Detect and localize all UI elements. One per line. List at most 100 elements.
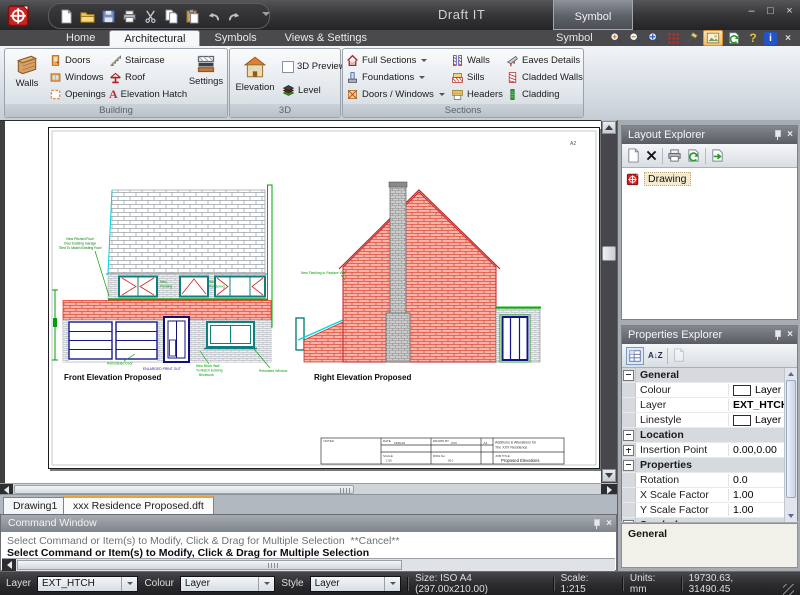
category-row[interactable]: Location <box>622 428 797 443</box>
svg-text:Additions & Alterations for: Additions & Alterations for <box>495 441 537 445</box>
pin-icon[interactable] <box>773 130 782 141</box>
walls-section-button[interactable]: Walls <box>451 53 490 68</box>
settings-button[interactable]: Settings <box>187 51 225 103</box>
roof-button[interactable]: Roof <box>109 70 145 85</box>
resize-grip[interactable] <box>783 584 794 595</box>
paste-icon[interactable] <box>183 7 201 25</box>
walls-button[interactable]: Walls <box>7 51 47 103</box>
close-icon[interactable]: × <box>787 326 793 344</box>
maximize-button[interactable]: □ <box>762 4 779 19</box>
property-row[interactable]: LinestyleLayer <box>622 413 797 428</box>
open-file-icon[interactable] <box>78 7 96 25</box>
elevation-hatch-button[interactable]: AElevation Hatch <box>109 87 187 102</box>
colour-dropdown[interactable]: Layer <box>180 576 275 592</box>
print-icon[interactable] <box>120 7 138 25</box>
elevation-button[interactable]: Elevation <box>232 51 278 103</box>
properties-scrollbar[interactable] <box>784 368 797 522</box>
category-row[interactable]: General <box>622 368 797 383</box>
print-layout-icon[interactable] <box>667 147 682 165</box>
sills-button[interactable]: Sills <box>451 70 484 85</box>
layout-item-drawing[interactable]: Drawing <box>622 169 797 189</box>
close-ribbon-icon[interactable]: × <box>780 31 796 45</box>
scale-status: Scale: 1:215 <box>561 573 616 595</box>
close-icon[interactable]: × <box>787 126 793 144</box>
scroll-up-button[interactable] <box>602 121 616 134</box>
dynamic-zoom-icon[interactable] <box>646 31 662 45</box>
property-row[interactable]: Rotation0.0 <box>622 473 797 488</box>
info-icon[interactable]: i <box>764 32 777 45</box>
doors-button[interactable]: Doors <box>49 53 90 68</box>
doors-windows-button[interactable]: Doors / Windows <box>346 87 445 102</box>
undo-icon[interactable] <box>204 7 222 25</box>
tab-architectural[interactable]: Architectural <box>109 30 200 46</box>
horizontal-scroll-thumb[interactable] <box>14 485 354 494</box>
layout-explorer-titlebar[interactable]: Layout Explorer × <box>622 126 797 144</box>
context-tab-symbol[interactable]: Symbol <box>553 0 633 30</box>
doc-tab-drawing1[interactable]: Drawing1 <box>3 497 67 515</box>
category-row[interactable]: Properties <box>622 458 797 473</box>
property-row[interactable]: LayerEXT_HTCH <box>622 398 797 413</box>
new-layout-icon[interactable] <box>626 147 641 165</box>
zoom-out-icon[interactable] <box>627 31 643 45</box>
app-logo-icon[interactable] <box>6 2 32 33</box>
categorized-view-icon[interactable] <box>626 347 644 365</box>
zoom-in-icon[interactable] <box>608 31 624 45</box>
new-document-icon[interactable] <box>57 7 75 25</box>
close-icon[interactable]: × <box>606 515 612 533</box>
drawing-canvas[interactable]: A2 <box>0 120 601 484</box>
cladding-button[interactable]: Cladding <box>506 87 560 102</box>
pin-icon[interactable] <box>773 330 782 341</box>
command-scrollbar[interactable] <box>2 558 615 571</box>
pin-icon[interactable] <box>592 519 601 530</box>
level-button[interactable]: Level <box>282 83 321 98</box>
vertical-scrollbar[interactable] <box>601 121 617 483</box>
command-window-titlebar[interactable]: Command Window × <box>1 515 616 532</box>
dropdown-icon <box>264 582 270 585</box>
grid-icon[interactable] <box>665 31 681 45</box>
copy-icon[interactable] <box>162 7 180 25</box>
cut-icon[interactable] <box>141 7 159 25</box>
eaves-details-button[interactable]: Eaves Details <box>506 53 580 68</box>
save-icon[interactable] <box>99 7 117 25</box>
regenerate-icon[interactable] <box>726 31 742 45</box>
full-sections-button[interactable]: Full Sections <box>346 53 427 68</box>
tab-home[interactable]: Home <box>52 30 109 46</box>
qat-customize-icon[interactable] <box>262 12 270 16</box>
properties-scroll-thumb[interactable] <box>786 380 796 498</box>
import-layout-icon[interactable] <box>710 147 725 165</box>
cladded-walls-button[interactable]: Cladded Walls <box>506 70 583 85</box>
sort-az-icon[interactable]: A↓Z <box>648 351 663 360</box>
windows-button[interactable]: Windows <box>49 70 104 85</box>
foundations-button[interactable]: Foundations <box>346 70 425 85</box>
delete-layout-icon[interactable] <box>645 147 658 165</box>
layer-dropdown[interactable]: EXT_HTCH <box>37 576 138 592</box>
properties-explorer-titlebar[interactable]: Properties Explorer × <box>622 326 797 344</box>
minimize-button[interactable]: – <box>743 4 760 19</box>
doc-tab-residence[interactable]: xxx Residence Proposed.dft <box>63 496 214 515</box>
scroll-down-button[interactable] <box>786 510 796 521</box>
category-row[interactable]: Symbol <box>622 518 797 522</box>
vertical-scroll-thumb[interactable] <box>602 246 616 261</box>
property-row[interactable]: Insertion Point0.00,0.00 <box>622 443 797 458</box>
refresh-layout-icon[interactable] <box>686 147 701 165</box>
door-icon <box>49 54 62 67</box>
tab-symbols[interactable]: Symbols <box>200 30 270 46</box>
close-button[interactable]: × <box>781 4 798 19</box>
tab-views-settings[interactable]: Views & Settings <box>271 30 381 46</box>
3d-preview-checkbox[interactable]: 3D Preview <box>282 59 346 74</box>
snap-icon[interactable] <box>684 31 700 45</box>
scroll-left-button[interactable] <box>2 559 16 571</box>
property-row[interactable]: Y Scale Factor1.00 <box>622 503 797 518</box>
scroll-down-button[interactable] <box>602 469 616 482</box>
openings-button[interactable]: Openings <box>49 87 106 102</box>
headers-button[interactable]: Headers <box>451 87 503 102</box>
style-dropdown[interactable]: Layer <box>310 576 402 592</box>
command-scroll-thumb[interactable] <box>17 560 402 570</box>
scroll-up-button[interactable] <box>786 368 796 379</box>
help-icon[interactable]: ? <box>745 31 761 45</box>
view-drawing-icon[interactable] <box>703 30 723 46</box>
property-row[interactable]: X Scale Factor1.00 <box>622 488 797 503</box>
property-row[interactable]: ColourLayer <box>622 383 797 398</box>
staircase-button[interactable]: Staircase <box>109 53 165 68</box>
redo-icon[interactable] <box>225 7 243 25</box>
